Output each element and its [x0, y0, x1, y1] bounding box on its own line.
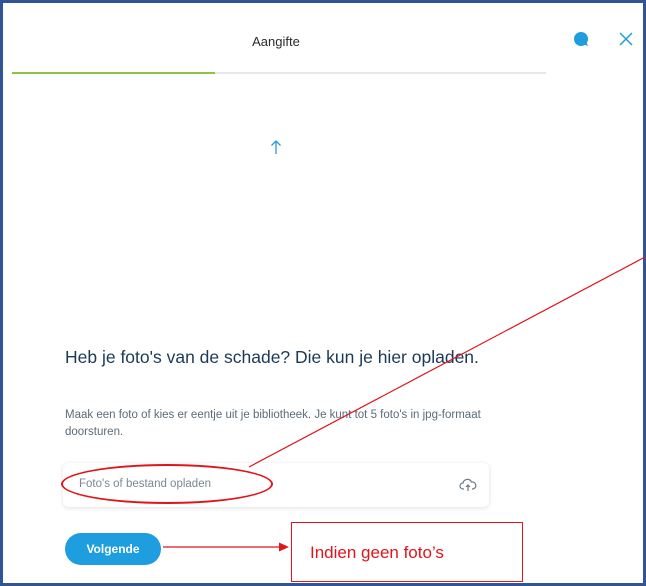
- page-title: Aangifte: [252, 34, 300, 49]
- question-description: Maak een foto of kies er eentje uit je b…: [65, 409, 481, 438]
- app-window: Aangifte Heb je foto's van de schade? Di…: [0, 0, 646, 586]
- next-button[interactable]: Volgende: [65, 533, 161, 565]
- progress-bar: [12, 72, 546, 74]
- annotation-callout: Indien geen foto’s: [291, 522, 523, 582]
- arrow-up-icon: [271, 140, 281, 154]
- question-heading: Heb je foto's van de schade? Die kun je …: [65, 347, 479, 367]
- chat-bubble-icon[interactable]: [573, 31, 589, 47]
- close-icon[interactable]: [618, 31, 634, 47]
- annotation-arrow-head: [279, 542, 289, 552]
- header: Aangifte: [6, 6, 646, 74]
- annotation-ellipse: [61, 464, 273, 504]
- annotation-text: Indien geen foto’s: [310, 543, 444, 562]
- progress-fill: [12, 72, 215, 74]
- cloud-upload-icon[interactable]: [459, 476, 477, 494]
